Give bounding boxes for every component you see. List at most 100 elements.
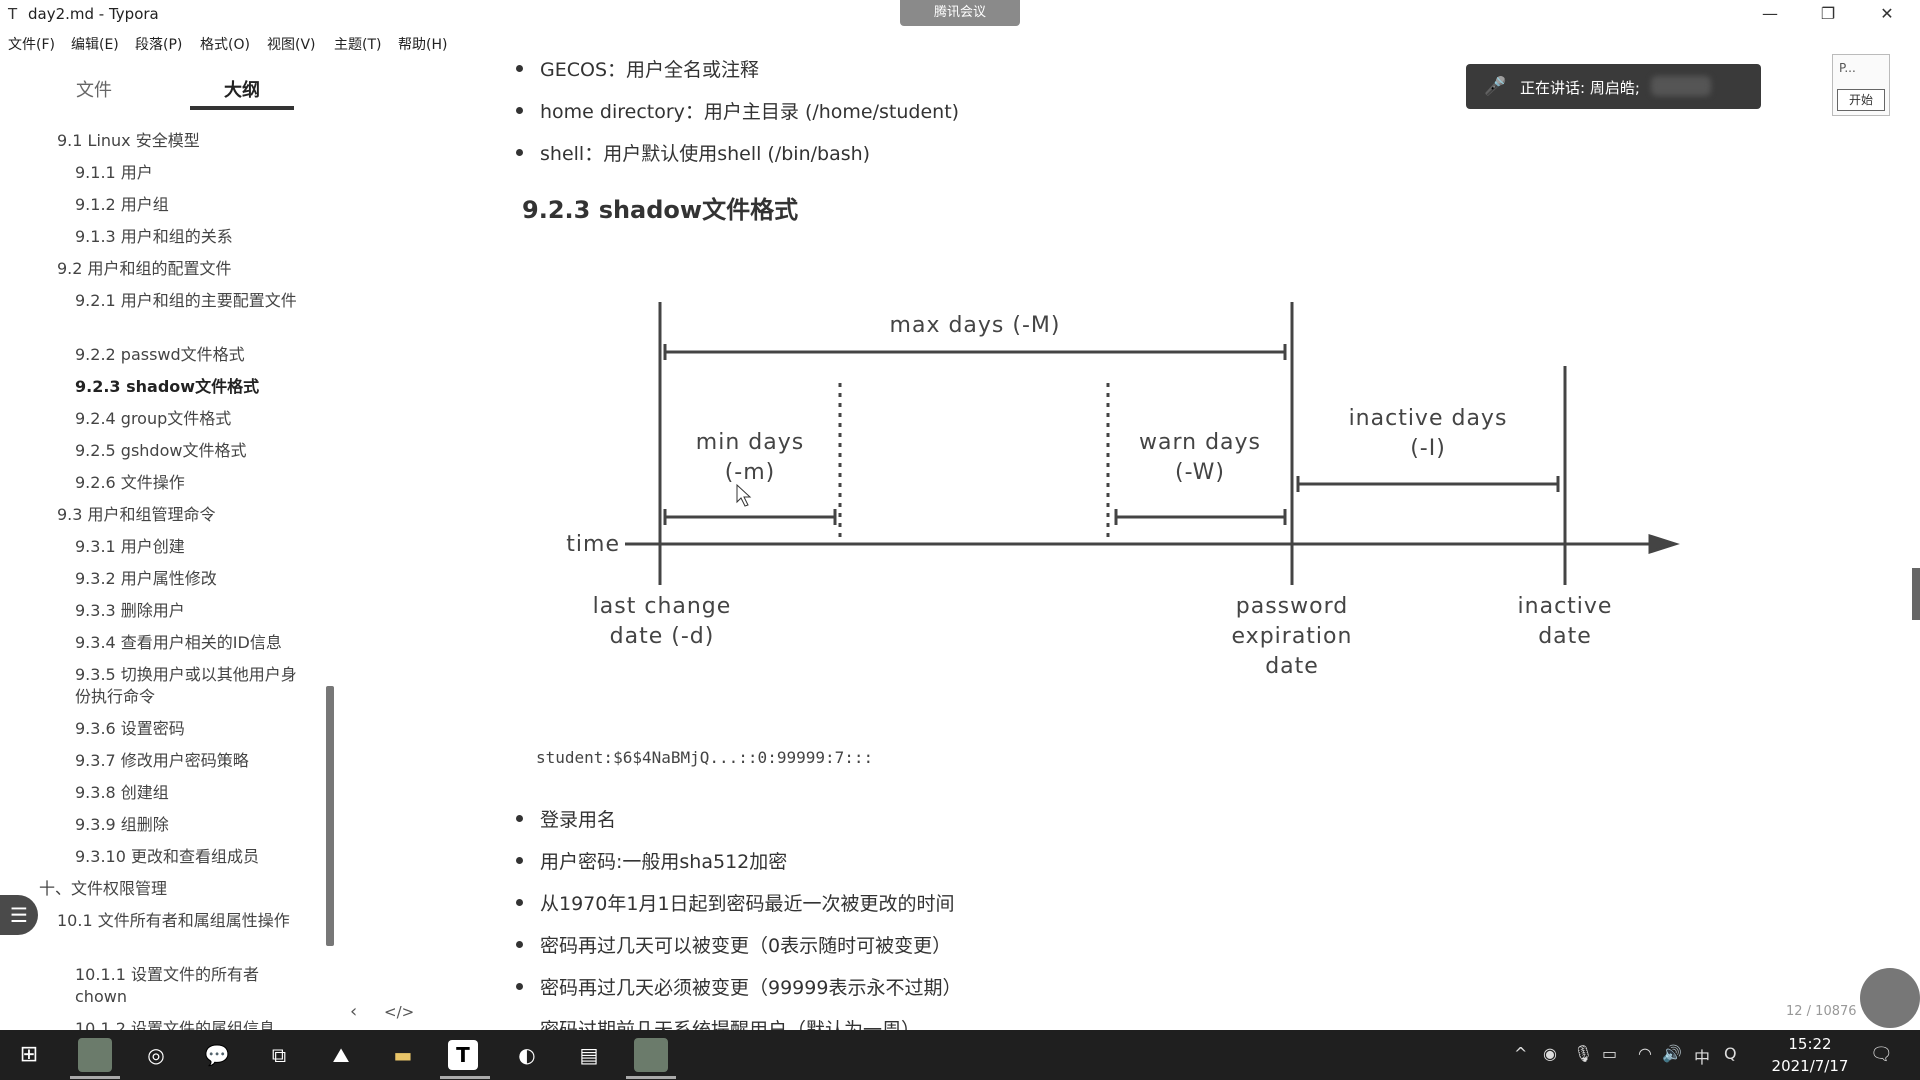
outline-item[interactable]: 9.3.8 创建组 — [75, 782, 169, 804]
restore-button[interactable]: ❐ — [1803, 0, 1853, 30]
meeting-indicator[interactable]: 腾讯会议 — [900, 0, 1020, 26]
outline-item[interactable]: 9.3.6 设置密码 — [75, 718, 185, 740]
close-button[interactable]: ✕ — [1862, 0, 1912, 30]
file-explorer-icon[interactable]: ▬ — [386, 1038, 420, 1072]
battery-icon[interactable]: ▭ — [1602, 1044, 1617, 1063]
browser-icon[interactable]: ◎ — [139, 1038, 173, 1072]
notes-icon[interactable]: ▤ — [572, 1038, 606, 1072]
notification-icon[interactable]: 🗨 — [1870, 1044, 1893, 1065]
microphone-icon: 🎤 — [1484, 76, 1507, 97]
menu-help[interactable]: 帮助(H) — [398, 34, 447, 54]
tray-chevron-icon[interactable]: ^ — [1514, 1044, 1527, 1063]
outline-item[interactable]: 9.3.1 用户创建 — [75, 536, 185, 558]
outline-item-active[interactable]: 9.2.3 shadow文件格式 — [75, 376, 259, 398]
window-title: day2.md - Typora — [28, 5, 159, 23]
inactive-date-label-2: date — [1538, 624, 1592, 649]
source-code-icon[interactable]: </> — [384, 1003, 414, 1021]
list-item: 登录用名 — [515, 805, 616, 832]
windows-start-icon[interactable]: ⊞ — [12, 1038, 46, 1072]
list-item: GECOS：用户全名或注释 — [515, 55, 759, 82]
sidebar: 文件 大纲 9.1 Linux 安全模型 9.1.1 用户 9.1.2 用户组 … — [0, 56, 334, 1030]
sidebar-scrollbar[interactable] — [326, 686, 334, 946]
tab-outline[interactable]: 大纲 — [224, 76, 260, 102]
inactive-date-label-1: inactive — [1518, 594, 1613, 619]
meeting-thumbnail[interactable]: P... 开始 — [1832, 54, 1890, 116]
editor-scrollbar[interactable] — [1912, 568, 1920, 620]
menu-theme[interactable]: 主题(T) — [334, 34, 381, 54]
typora-icon[interactable]: T — [448, 1040, 478, 1070]
list-item: 用户密码:一般用sha512加密 — [515, 847, 787, 874]
start-button[interactable]: 开始 — [1837, 89, 1885, 111]
outline-item[interactable]: 10.1.2 设置文件的属组信息 — [75, 1018, 275, 1030]
minimize-button[interactable]: — — [1745, 0, 1795, 30]
outline-item[interactable]: 9.1.3 用户和组的关系 — [75, 226, 233, 248]
outline-item[interactable]: 9.2.4 group文件格式 — [75, 408, 231, 430]
active-app-indicator — [440, 1076, 490, 1079]
arrow-head-icon — [1648, 533, 1680, 555]
section-heading: 9.2.3 shadow文件格式 — [522, 196, 799, 224]
max-days-label: max days (-M) — [890, 313, 1061, 338]
menu-paragraph[interactable]: 段落(P) — [135, 34, 182, 54]
clock-time[interactable]: 15:22 — [1770, 1035, 1850, 1053]
outline-item[interactable]: 10.1 文件所有者和属组属性操作 — [57, 910, 302, 932]
ime-icon[interactable]: 中 — [1694, 1044, 1710, 1068]
thumbnail-label: P... — [1839, 61, 1856, 75]
list-item: 从1970年1月1日起到密码最近一次被更改的时间 — [516, 889, 955, 916]
title-bar: T day2.md - Typora 腾讯会议 — ❐ ✕ — [0, 0, 1920, 30]
photos-icon[interactable]: ⛰ — [324, 1038, 358, 1072]
outline-item[interactable]: 9.3.3 删除用户 — [75, 600, 185, 622]
outline-item[interactable]: 9.3.7 修改用户密码策略 — [75, 750, 249, 772]
outline-item[interactable]: 9.2.5 gshdow文件格式 — [75, 440, 246, 462]
menu-file[interactable]: 文件(F) — [8, 34, 55, 54]
volume-icon[interactable]: 🔊 — [1662, 1044, 1682, 1063]
outline-item[interactable]: 9.3.9 组删除 — [75, 814, 169, 836]
outline-item[interactable]: 9.3.4 查看用户相关的ID信息 — [75, 632, 282, 654]
password-aging-diagram: max days (-M) min days (-m) warn days (-… — [566, 302, 1680, 679]
typora-app-icon: T — [8, 5, 18, 23]
wechat-icon[interactable]: 💬 — [200, 1038, 234, 1072]
inactive-days-label: inactive days — [1349, 406, 1508, 431]
outline-item[interactable]: 9.1.1 用户 — [75, 162, 153, 184]
outline-item[interactable]: 9.2.6 文件操作 — [75, 472, 185, 494]
chevron-left-icon[interactable]: ‹ — [350, 1001, 357, 1022]
password-expiration-label-3: date — [1265, 654, 1319, 679]
network-icon[interactable]: ◠ — [1638, 1044, 1652, 1063]
multitask-icon[interactable]: ⧉ — [262, 1038, 296, 1072]
warn-days-flag: (-W) — [1175, 460, 1225, 485]
outline-item[interactable]: 9.3 用户和组管理命令 — [57, 504, 216, 526]
tray-q-icon[interactable]: Q — [1724, 1044, 1737, 1063]
outline-item[interactable]: 9.2.2 passwd文件格式 — [75, 344, 245, 366]
edge-icon[interactable]: ◐ — [510, 1038, 544, 1072]
outline-item[interactable]: 9.3.2 用户属性修改 — [75, 568, 217, 590]
tray-app-icon[interactable]: ◉ — [1543, 1044, 1557, 1063]
outline-item[interactable]: 9.1.2 用户组 — [75, 194, 169, 216]
list-item: 密码再过几天可以被变更（0表示随时可被变更） — [515, 931, 951, 958]
time-label: time — [566, 532, 620, 557]
password-expiration-label-2: expiration — [1232, 624, 1353, 649]
outline-item[interactable]: 十、文件权限管理 — [39, 878, 167, 900]
speaker-avatar-blur — [1651, 76, 1711, 96]
code-line: student:$6$4NaBMjQ...::0:99999:7::: — [536, 748, 874, 767]
outline-item[interactable]: 9.2 用户和组的配置文件 — [57, 258, 232, 280]
outline-item[interactable]: 9.2.1 用户和组的主要配置文件 — [75, 290, 305, 312]
inactive-days-flag: (-I) — [1410, 436, 1446, 461]
speaking-text: 正在讲话: 周启皓; — [1520, 79, 1640, 97]
min-days-flag: (-m) — [725, 460, 776, 485]
menu-edit[interactable]: 编辑(E) — [71, 34, 119, 54]
list-item: 密码再过几天必须被变更（99999表示永不过期） — [515, 973, 961, 1000]
outline-item[interactable]: 9.1 Linux 安全模型 — [57, 130, 200, 152]
warn-days-label: warn days — [1139, 430, 1261, 455]
image-app-icon[interactable] — [634, 1038, 668, 1072]
tray-mic-icon[interactable]: 🎙 — [1573, 1044, 1593, 1063]
last-change-label: last change — [593, 594, 732, 619]
user-avatar[interactable] — [1860, 968, 1920, 1028]
clock-date[interactable]: 2021/7/17 — [1760, 1057, 1860, 1075]
menu-view[interactable]: 视图(V) — [267, 34, 316, 54]
outline-item[interactable]: 9.3.10 更改和查看组成员 — [75, 846, 259, 868]
tab-files[interactable]: 文件 — [76, 76, 112, 102]
outline-item[interactable]: 9.3.5 切换用户或以其他用户身份执行命令 — [75, 664, 305, 708]
word-count[interactable]: 12 / 10876 — [1786, 1004, 1857, 1019]
outline-item[interactable]: 10.1.1 设置文件的所有者chown — [75, 964, 285, 1008]
media-app-icon[interactable] — [78, 1038, 112, 1072]
menu-format[interactable]: 格式(O) — [200, 34, 250, 54]
